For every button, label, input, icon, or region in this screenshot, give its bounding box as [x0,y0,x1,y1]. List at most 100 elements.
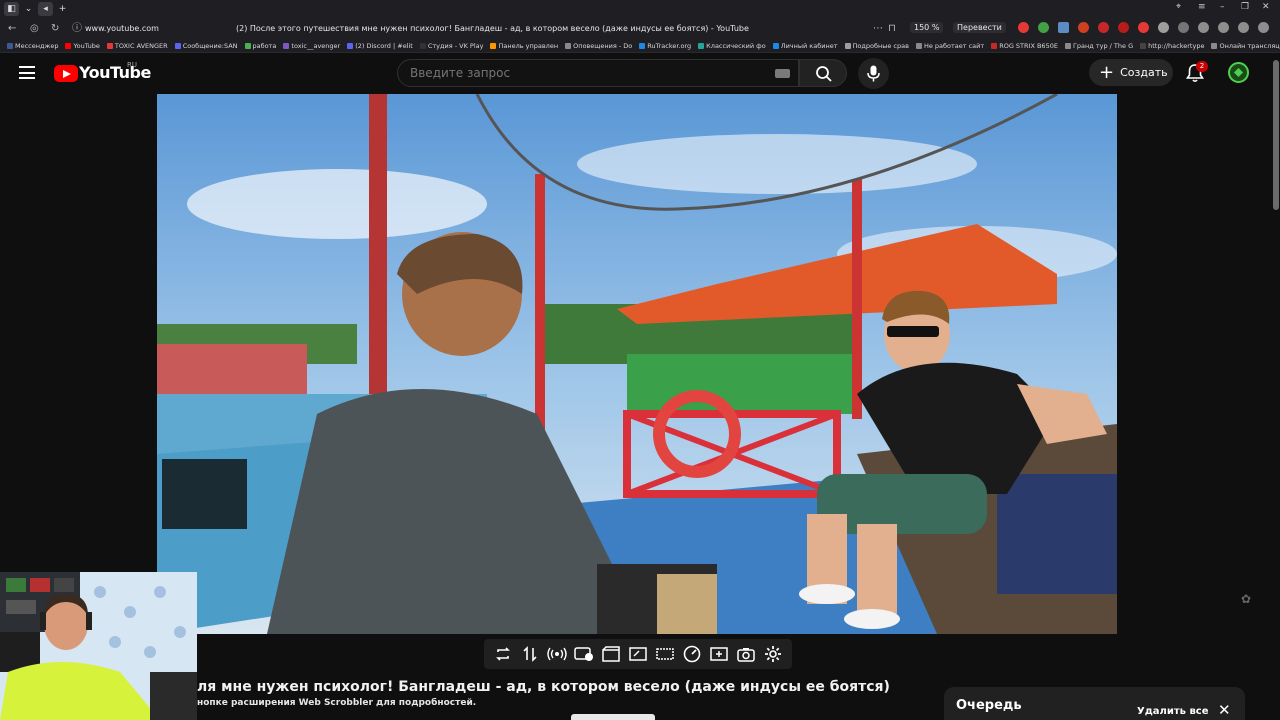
scrollbar-thumb[interactable] [1273,60,1279,210]
tab-back-icon[interactable]: ◂ [38,2,53,16]
bookmark-label: Личный кабинет [780,41,838,50]
bookmark-item[interactable]: Студия - VK Play [419,41,484,50]
menu-icon[interactable]: ≡ [1198,2,1206,12]
bookmark-item[interactable]: http://hackertype [1140,42,1204,50]
address-bar-url[interactable]: www.youtube.com [85,24,159,33]
bookmark-item[interactable]: RuTracker.org [639,42,691,50]
bookmark-favicon-icon [915,42,922,49]
site-info-icon[interactable]: ⓘ [72,23,82,35]
bookmark-label: Панель управлен [498,41,559,50]
bookmark-label: Не работает сайт [923,41,985,50]
bookmark-favicon-icon [490,42,497,49]
ext-vk-icon[interactable] [1078,22,1089,33]
youtube-wordmark[interactable]: YouTube [79,63,151,82]
search-button[interactable] [799,59,847,87]
bookmark-label: Студия - VK Play [427,41,484,50]
sort-icon[interactable] [520,644,540,664]
movie-clapper-icon[interactable] [601,644,621,664]
bookmark-item[interactable]: (2) Discord | #elit [347,42,413,50]
bookmark-item[interactable]: TOXIC AVENGER [106,41,168,50]
speedometer-icon[interactable] [682,644,702,664]
bookmark-label: Классический фо [706,41,766,50]
add-plus-icon[interactable] [709,644,729,664]
guide-menu-icon[interactable] [19,66,35,79]
bookmark-item[interactable]: Классический фо [698,42,766,50]
zoom-level[interactable]: 150 % [910,22,944,33]
back-icon[interactable]: ← [8,23,16,35]
loop-icon[interactable] [493,644,513,664]
ext-pen-icon[interactable] [1098,22,1109,33]
create-button[interactable]: + Создать [1089,59,1173,86]
ext-bug-icon[interactable] [1198,22,1209,33]
new-tab-icon[interactable]: + [55,2,70,16]
ext-music-icon[interactable] [1118,22,1129,33]
streamer-webcam-overlay [0,572,197,720]
search-box[interactable] [397,59,799,87]
reload-icon[interactable]: ↻ [51,23,59,35]
more-icon[interactable]: ⋯ [873,23,883,35]
player-extension-toolbar [484,639,792,669]
bookmark-item[interactable]: toxic__avenger [283,42,340,50]
voice-search-button[interactable] [858,58,889,89]
bookmark-favicon-icon [283,42,290,49]
ext-download-icon[interactable] [1038,22,1049,33]
video-frame-image [157,94,1117,634]
eye-off-icon[interactable] [574,644,594,664]
pin-icon[interactable]: ⌖ [1176,2,1181,12]
bookmark-icon[interactable]: ⊓ [888,23,896,35]
bookmark-item[interactable]: ROG STRIX B650E [991,42,1058,50]
bookmark-item[interactable]: Личный кабинет [772,41,838,50]
ext-download-arrow-icon[interactable] [1258,22,1269,33]
youtube-masthead: YouTube RU + Создать 2 [0,53,1280,94]
tab-dropdown-icon[interactable]: ⌄ [21,2,36,16]
search-input[interactable] [410,66,750,80]
bookmark-favicon-icon [565,42,572,49]
minimize-icon[interactable]: – [1220,2,1225,12]
bookmark-item[interactable]: Гранд тур / The G [1064,42,1133,50]
screenshot-camera-icon[interactable] [736,644,756,664]
ext-puzzle-icon[interactable] [1218,22,1229,33]
audio-broadcast-icon[interactable] [547,644,567,664]
address-bar-page-title: (2) После этого путешествия мне нужен пс… [236,24,749,33]
miniplayer-handle[interactable] [571,714,655,720]
picture-in-picture-icon[interactable] [628,644,648,664]
page-scrollbar[interactable] [1272,56,1280,720]
bookmark-label: http://hackertype [1148,41,1205,50]
queue-panel: Очередь Удалить все ✕ [944,687,1245,720]
bookmark-label: YouTube [73,41,100,50]
bookmark-item[interactable]: Онлайн трансляц [1211,42,1280,50]
notification-badge: 2 [1196,61,1208,72]
close-window-icon[interactable]: ✕ [1262,2,1270,12]
queue-clear-button[interactable]: Удалить все [1137,706,1209,717]
ext-block-icon[interactable] [1138,22,1149,33]
bookmark-label: Оповещения - Do [573,41,633,50]
forward-icon[interactable]: ◎ [30,23,39,35]
bookmark-item[interactable]: Подробные срав [844,42,909,50]
bookmark-item[interactable]: Мессенджер [7,42,58,50]
bookmark-item[interactable]: Сообщение:SAN [174,42,238,50]
ext-shield-icon[interactable] [1178,22,1189,33]
close-icon[interactable]: ✕ [1218,701,1231,719]
bookmark-item[interactable]: Панель управлен [490,42,558,50]
bookmark-item[interactable]: Не работает сайт [915,41,985,50]
channel-watermark-icon: ✿ [1241,592,1252,606]
ext-sidebar-icon[interactable] [1238,22,1249,33]
account-avatar[interactable] [1228,62,1249,83]
tab-sidebar-icon[interactable]: ◧ [4,2,19,16]
ext-cookie-icon[interactable] [1158,22,1169,33]
bookmark-item[interactable]: YouTube [65,41,100,50]
bookmark-item[interactable]: работа [244,41,277,50]
settings-gear-icon[interactable] [763,644,783,664]
ext-record-icon[interactable] [1018,22,1029,33]
bookmark-label: работа [252,41,277,50]
youtube-logo-icon[interactable] [54,65,78,82]
bookmark-label: toxic__avenger [291,41,341,50]
bookmark-label: TOXIC AVENGER [114,41,168,50]
bookmark-item[interactable]: Оповещения - Do [565,42,632,50]
translate-button[interactable]: Перевести [953,22,1006,33]
ext-window-icon[interactable] [1058,22,1069,33]
restore-icon[interactable]: ❐ [1241,2,1249,12]
cinema-mode-icon[interactable] [655,644,675,664]
keyboard-icon[interactable] [775,69,790,78]
video-player[interactable] [157,94,1117,634]
